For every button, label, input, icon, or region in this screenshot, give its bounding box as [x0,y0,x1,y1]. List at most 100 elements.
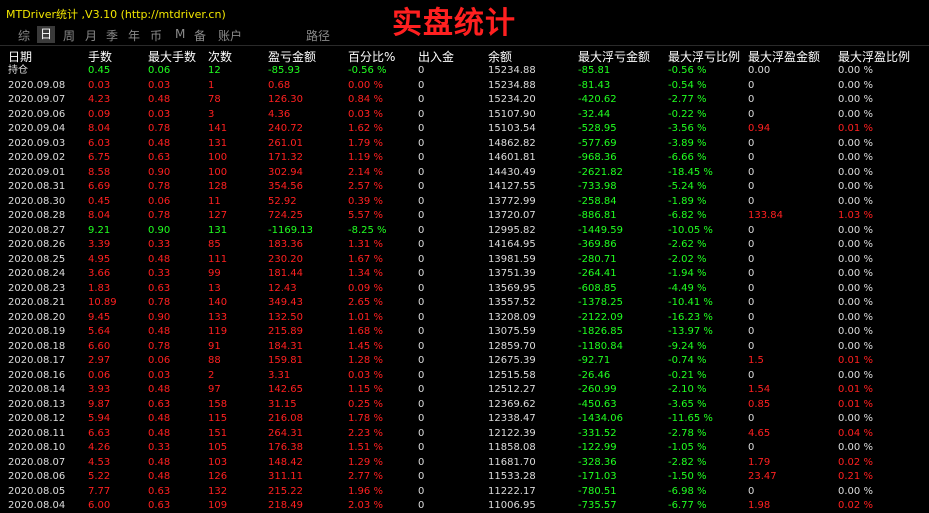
cell: 5.22 [88,471,111,482]
tab-account[interactable]: 账户 [218,27,242,44]
table-row[interactable]: 2020.08.19 5.64 0.48 119 215.89 1.68 % 0 13075.… [0,325,929,339]
table-row[interactable]: 2020.08.12 5.94 0.48 115 216.08 1.78 % 0 12338.… [0,412,929,426]
table-row[interactable]: 2020.08.23 1.83 0.63 13 12.43 0.09 % 0 13569.95… [0,282,929,296]
cell: 2020.09.01 [8,166,66,178]
cell: -2.10 % [668,384,707,395]
table-row[interactable]: 2020.08.10 4.26 0.33 105 176.38 1.51 % 0 11858.… [0,441,929,455]
table-row[interactable]: 2020.08.28 8.04 0.78 127 724.25 5.57 % 0 13720.… [0,209,929,223]
cell: 0.06 [88,369,111,381]
cell: 0.48 [148,253,171,265]
cell: 0 [748,326,755,337]
cell: 2020.08.13 [8,398,66,410]
cell: 52.92 [268,195,297,207]
cell: 215.89 [268,326,303,337]
table-row[interactable]: 2020.09.04 8.04 0.78 141 240.72 1.62 % 0 15103.… [0,122,929,136]
cell: -0.56 % [348,65,387,76]
cell: 4.36 [268,108,291,120]
cell: 176.38 [268,442,303,453]
cell: 1.34 % [348,268,383,279]
table-row[interactable]: 2020.08.27 9.21 0.90 131 -1169.13 -8.25 % 0 129… [0,224,929,238]
col-max-lots[interactable]: 最大手数 [148,49,196,65]
cell: 2020.08.11 [8,427,66,439]
tab-m[interactable]: M [175,27,185,41]
cell: 6.75 [88,152,111,163]
cell: 261.01 [268,137,303,149]
tab-path[interactable]: 路径 [306,27,330,44]
tab-summary[interactable]: 综 [18,27,30,44]
col-count[interactable]: 次数 [208,49,232,65]
tab-day[interactable]: 日 [37,26,56,43]
table-row[interactable]: 2020.08.05 7.77 0.63 132 215.22 1.96 % 0 11222.… [0,485,929,499]
cell: 2020.09.02 [8,152,66,163]
tab-currency[interactable]: 币 [150,27,162,44]
col-max-float-profit-pct[interactable]: 最大浮盈比例 [838,49,910,65]
cell: 13751.39 [488,268,536,279]
tab-note[interactable]: 备 [194,27,206,44]
table-row[interactable]: 2020.09.08 0.03 0.03 1 0.68 0.00 % 0 15234.88 -8… [0,79,929,93]
table-row[interactable]: 2020.09.01 8.58 0.90 100 302.94 2.14 % 0 14430.… [0,166,929,180]
table-row[interactable]: 持仓 0.45 0.06 12 -85.93 -0.56 % 0 15234.88 -85.81… [0,64,929,78]
col-deposit[interactable]: 出入金 [418,49,454,65]
col-max-float-loss-pct[interactable]: 最大浮亏比例 [668,49,740,65]
table-row[interactable]: 2020.09.03 6.03 0.48 131 261.01 1.79 % 0 14862.… [0,137,929,151]
table-row[interactable]: 2020.08.21 10.89 0.78 140 349.43 2.65 % 0 13557… [0,296,929,310]
table-row[interactable]: 2020.09.02 6.75 0.63 100 171.32 1.19 % 0 14601.… [0,151,929,165]
table-row[interactable]: 2020.08.17 2.97 0.06 88 159.81 1.28 % 0 12675.3… [0,354,929,368]
col-balance[interactable]: 余额 [488,49,512,65]
table-row[interactable]: 2020.09.06 0.09 0.03 3 4.36 0.03 % 0 15107.90 -3… [0,108,929,122]
tab-week[interactable]: 周 [63,27,75,44]
cell: 4.26 [88,442,111,453]
table-row[interactable]: 2020.08.07 4.53 0.48 103 148.42 1.29 % 0 11681.… [0,456,929,470]
cell: 0.78 [148,181,171,192]
cell: 0 [418,500,425,511]
cell: 0 [418,471,425,482]
cell: 1.96 % [348,485,383,497]
table-row[interactable]: 2020.08.20 9.45 0.90 133 132.50 1.01 % 0 13208.… [0,311,929,325]
cell: 100 [208,152,228,163]
col-max-float-profit[interactable]: 最大浮盈金额 [748,49,820,65]
col-max-float-loss[interactable]: 最大浮亏金额 [578,49,650,65]
table-row[interactable]: 2020.08.31 6.69 0.78 128 354.56 2.57 % 0 14127.… [0,180,929,194]
col-lots[interactable]: 手数 [88,49,112,65]
cell: 6.69 [88,181,111,192]
cell: -2.62 % [668,239,707,250]
table-row[interactable]: 2020.08.11 6.63 0.48 151 264.31 2.23 % 0 12122.… [0,427,929,441]
col-profit[interactable]: 盈亏金额 [268,49,316,65]
cell: 0.00 % [838,239,873,250]
cell: -8.25 % [348,224,387,236]
col-date[interactable]: 日期 [8,49,32,65]
cell: 2.03 % [348,500,383,511]
table-row[interactable]: 2020.08.06 5.22 0.48 126 311.11 2.77 % 0 11533.… [0,470,929,484]
tab-quarter[interactable]: 季 [106,27,118,44]
table-row[interactable]: 2020.08.25 4.95 0.48 111 230.20 1.67 % 0 13981.… [0,253,929,267]
cell: 2020.08.16 [8,369,66,381]
cell: 12122.39 [488,427,536,439]
cell: 0.48 [148,471,171,482]
cell: 724.25 [268,210,303,221]
tab-month[interactable]: 月 [85,27,97,44]
table-row[interactable]: 2020.08.18 6.60 0.78 91 184.31 1.45 % 0 12859.7… [0,340,929,354]
table-row[interactable]: 2020.08.13 9.87 0.63 158 31.15 0.25 % 0 12369.6… [0,398,929,412]
table-row[interactable]: 2020.08.26 3.39 0.33 85 183.36 1.31 % 0 14164.9… [0,238,929,252]
cell: 0 [418,442,425,453]
table-row[interactable]: 2020.08.04 6.00 0.63 109 218.49 2.03 % 0 11006.… [0,499,929,513]
cell: 2020.08.12 [8,413,66,424]
cell: 11222.17 [488,485,536,497]
cell: -1.94 % [668,268,707,279]
cell: 0.33 [148,268,171,279]
cell: 1.78 % [348,413,383,424]
tab-year[interactable]: 年 [128,27,140,44]
cell: 2 [208,369,215,381]
table-row[interactable]: 2020.08.30 0.45 0.06 11 52.92 0.39 % 0 13772.99… [0,195,929,209]
cell: -258.84 [578,195,617,207]
table-row[interactable]: 2020.09.07 4.23 0.48 78 126.30 0.84 % 0 15234.2… [0,93,929,107]
table-row[interactable]: 2020.08.16 0.06 0.03 2 3.31 0.03 % 0 12515.58 -2… [0,369,929,383]
table-row[interactable]: 2020.08.24 3.66 0.33 99 181.44 1.34 % 0 13751.3… [0,267,929,281]
cell: -0.74 % [668,355,707,366]
table-row[interactable]: 2020.08.14 3.93 0.48 97 142.65 1.15 % 0 12512.2… [0,383,929,397]
cell: 11533.28 [488,471,536,482]
cell: -6.77 % [668,500,707,511]
col-percent[interactable]: 百分比% [348,49,395,65]
cell: -0.22 % [668,108,707,120]
cell: -11.65 % [668,413,713,424]
